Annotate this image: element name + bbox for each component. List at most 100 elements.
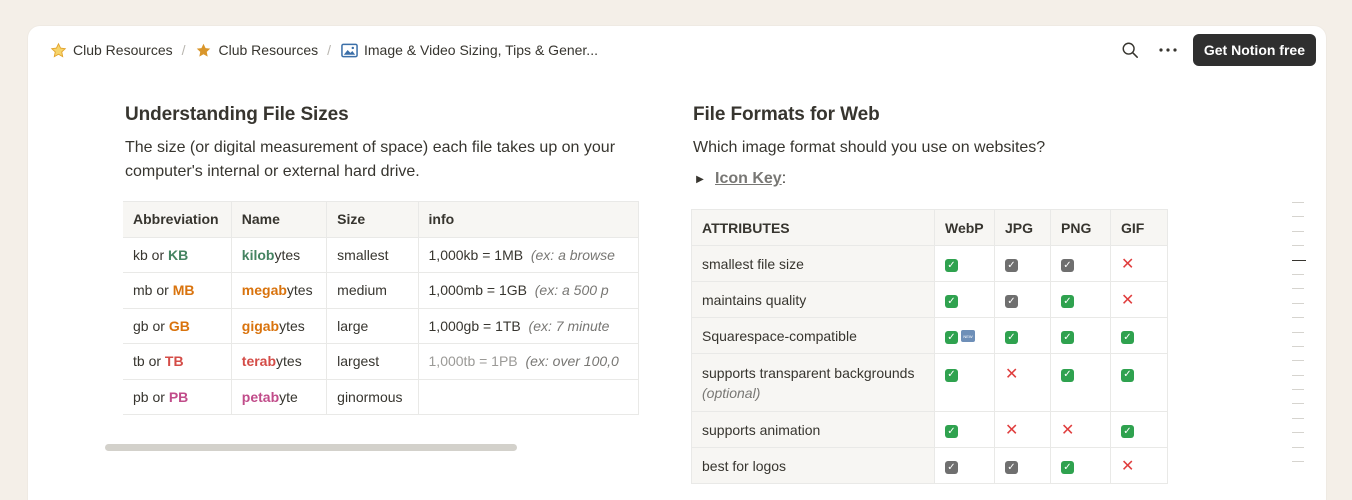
table-row: gb or GB gigabytes large 1,000gb = 1TB (ex:… <box>123 307 639 344</box>
more-options-icon[interactable] <box>1155 37 1181 63</box>
table-row: maintains quality ✓ ✓ ✓ ✕ <box>691 281 1168 318</box>
column-header: PNG <box>1050 209 1111 246</box>
column-header: ATTRIBUTES <box>691 209 935 246</box>
outline-mark[interactable] <box>1292 273 1304 275</box>
outline-mark[interactable] <box>1292 374 1304 376</box>
file-formats-table: ATTRIBUTES WebP JPG PNG GIF smallest fil… <box>691 209 1168 484</box>
format-cell: ✓ <box>934 447 995 484</box>
outline-mark[interactable] <box>1292 446 1304 448</box>
horizontal-scrollbar[interactable] <box>105 444 517 451</box>
outline-mark[interactable] <box>1292 432 1304 434</box>
check-gray-icon: ✓ <box>1061 259 1074 273</box>
attribute-note: (optional) <box>702 384 761 401</box>
outline-mark[interactable] <box>1292 317 1304 319</box>
name-cell: terabytes <box>230 343 328 380</box>
topbar: Club Resources / Club Resources / Image … <box>28 26 1326 72</box>
triangle-right-icon[interactable]: ▶ <box>693 174 707 185</box>
file-sizes-table-scroll[interactable]: Abbreviation Name Size info kb or KB kilo… <box>123 201 639 415</box>
outline-mark[interactable] <box>1292 288 1304 290</box>
format-cell: ✓ <box>934 353 995 412</box>
new-badge-icon: NEW <box>961 330 975 343</box>
outline-mark[interactable] <box>1292 360 1304 362</box>
size-cell: largest <box>326 343 419 380</box>
info-text: 1,000mb = 1GB <box>428 282 527 299</box>
abbreviation-cell: gb or GB <box>123 307 232 344</box>
icon-key-toggle[interactable]: ▶ Icon Key: <box>693 170 1173 188</box>
breadcrumb-label: Club Resources <box>218 42 319 58</box>
page-outline[interactable] <box>1292 202 1306 475</box>
notion-page: Club Resources / Club Resources / Image … <box>28 26 1326 500</box>
star-outline-icon <box>49 41 67 59</box>
format-cell: ✕ <box>1110 245 1168 282</box>
format-cell: ✓ <box>1050 281 1111 318</box>
name-text: yte <box>279 388 298 405</box>
attribute-cell: smallest file size <box>691 245 935 282</box>
format-cell: ✓ <box>1050 245 1111 282</box>
column-header: JPG <box>994 209 1051 246</box>
breadcrumb-label: Image & Video Sizing, Tips & Gener... <box>364 42 598 58</box>
cross-icon: ✕ <box>1121 291 1135 309</box>
outline-mark[interactable] <box>1292 202 1304 203</box>
toggle-suffix: : <box>781 170 787 187</box>
cross-icon: ✕ <box>1005 366 1019 383</box>
format-cell: ✕ <box>1110 281 1168 318</box>
name-highlight: gigab <box>241 317 280 334</box>
check-green-icon: ✓ <box>1121 425 1134 439</box>
name-cell: megabytes <box>230 272 328 309</box>
format-cell: ✕ <box>994 353 1051 412</box>
abbreviation-cell: pb or PB <box>123 378 232 415</box>
file-formats-paragraph: Which image format should you use on web… <box>693 139 1046 156</box>
format-cell: ✕ <box>1110 447 1168 484</box>
get-notion-free-button[interactable]: Get Notion free <box>1192 34 1316 66</box>
check-gray-icon: ✓ <box>1005 259 1018 273</box>
column-header: info <box>417 201 639 238</box>
size-cell: ginormous <box>326 378 419 415</box>
outline-mark[interactable] <box>1292 331 1304 333</box>
name-highlight: kilob <box>241 246 275 263</box>
breadcrumb-item-current-page[interactable]: Image & Video Sizing, Tips & Gener... <box>337 39 601 61</box>
check-green-icon: ✓ <box>1061 368 1074 382</box>
attribute-label: Squarespace-compatible <box>702 327 857 344</box>
check-green-icon: ✓ <box>945 295 958 309</box>
breadcrumb-item-club-resources-2[interactable]: Club Resources <box>192 39 322 61</box>
outline-mark[interactable] <box>1292 403 1304 405</box>
attribute-label: best for logos <box>702 457 787 474</box>
icon-key-link[interactable]: Icon Key <box>715 170 782 187</box>
format-cell: ✓ <box>1110 353 1168 412</box>
outline-mark[interactable] <box>1292 259 1306 261</box>
format-cell: ✓ <box>1050 447 1111 484</box>
table-row: pb or PB petabyte ginormous <box>123 378 639 415</box>
abbreviation-cell: kb or KB <box>123 236 232 273</box>
outline-mark[interactable] <box>1292 461 1304 463</box>
info-note: (ex: a browse <box>530 246 615 263</box>
outline-mark[interactable] <box>1292 417 1304 419</box>
cross-icon: ✕ <box>1005 421 1019 439</box>
outline-mark[interactable] <box>1292 345 1304 347</box>
attribute-cell: supports transparent backgrounds (option… <box>691 353 935 412</box>
topbar-actions: Get Notion free <box>1117 34 1316 66</box>
check-green-icon: ✓ <box>945 368 958 382</box>
outline-mark[interactable] <box>1292 302 1304 304</box>
format-cell: ✓ <box>1050 317 1111 354</box>
info-note: (ex: over 100,0 <box>525 353 619 370</box>
format-cell: ✕ <box>1050 411 1111 448</box>
table-row: supports animation ✓ ✕ ✕ ✓ <box>691 411 1168 448</box>
name-text: ytes <box>274 246 301 263</box>
outline-mark[interactable] <box>1292 230 1304 232</box>
right-column: File Formats for Web Which image format … <box>693 104 1173 188</box>
abbr-text: gb or <box>133 317 169 334</box>
attribute-label: supports animation <box>702 421 821 438</box>
table-row: best for logos ✓ ✓ ✓ ✕ <box>691 447 1168 484</box>
check-green-icon: ✓ <box>1061 295 1074 309</box>
breadcrumb-item-club-resources-1[interactable]: Club Resources <box>46 39 176 61</box>
outline-mark[interactable] <box>1292 245 1304 247</box>
abbr-highlight: PB <box>168 388 189 405</box>
abbr-text: pb or <box>133 388 169 405</box>
outline-mark[interactable] <box>1292 389 1304 391</box>
table-row: supports transparent backgrounds (option… <box>691 353 1168 412</box>
info-cell: 1,000mb = 1GB (ex: a 500 p <box>417 272 639 309</box>
cross-icon: ✕ <box>1061 421 1075 439</box>
file-sizes-paragraph: The size (or digital measurement of spac… <box>125 139 616 180</box>
search-icon[interactable] <box>1117 37 1143 63</box>
outline-mark[interactable] <box>1292 216 1304 218</box>
